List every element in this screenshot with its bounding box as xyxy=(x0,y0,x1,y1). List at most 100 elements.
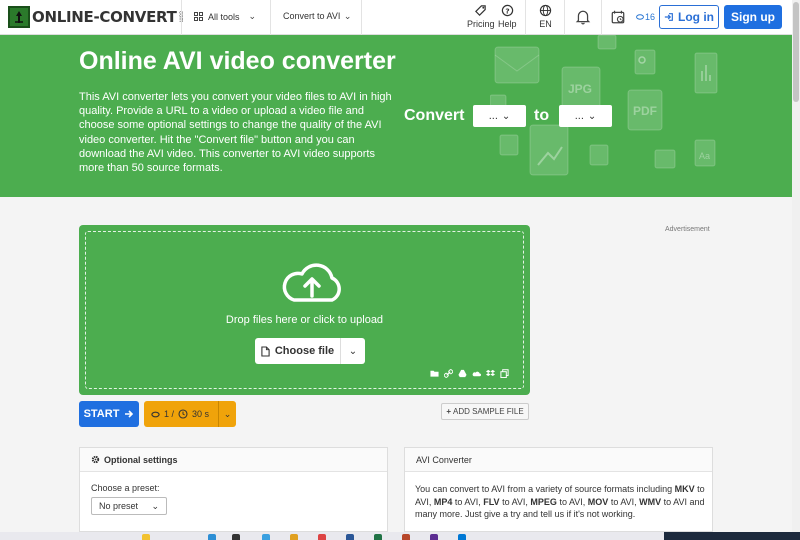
logo-mark-icon xyxy=(8,6,30,28)
desc-text: to AVI, xyxy=(556,496,588,507)
taskbar-app-icon[interactable] xyxy=(458,534,466,540)
start-button[interactable]: START xyxy=(79,401,139,427)
header-divider xyxy=(361,0,362,35)
hero-banner: JPG PDF Aa Online AVI video converter Th… xyxy=(0,35,792,197)
format-wmv: WMV xyxy=(639,496,662,507)
start-label: START xyxy=(83,408,120,420)
scrollbar-thumb[interactable] xyxy=(793,2,799,102)
cloud-upload-icon xyxy=(282,263,341,302)
deco-jpg-label: JPG xyxy=(568,82,592,96)
taskbar-app-icon[interactable] xyxy=(290,534,298,540)
preset-select[interactable]: No preset ⌄ xyxy=(91,497,167,515)
file-count-value: 1 / xyxy=(164,409,175,419)
hero-description: This AVI converter lets you convert your… xyxy=(79,91,392,175)
chevron-down-icon: ⌄ xyxy=(223,408,232,419)
help-link[interactable]: ? Help xyxy=(498,4,517,29)
dropbox-icon[interactable] xyxy=(486,365,495,377)
question-circle-icon: ? xyxy=(501,4,513,17)
header-divider xyxy=(601,0,602,35)
optional-settings-header[interactable]: Optional settings xyxy=(80,448,387,472)
time-limit-value: 30 s xyxy=(192,409,210,419)
coin-icon xyxy=(636,14,644,20)
taskbar-app-icon[interactable] xyxy=(262,534,270,540)
avi-converter-description: You can convert to AVI from a variety of… xyxy=(415,483,707,521)
add-sample-label: ADD SAMPLE FILE xyxy=(452,407,524,416)
format-mkv: MKV xyxy=(674,484,695,494)
add-sample-file-button[interactable]: + ADD SAMPLE FILE xyxy=(441,403,529,420)
gear-icon xyxy=(91,455,100,464)
login-button[interactable]: Log in xyxy=(659,5,719,29)
format-mov: MOV xyxy=(587,496,609,507)
advertisement-label: Advertisement xyxy=(665,226,710,233)
taskbar-app-icon[interactable] xyxy=(232,534,240,540)
google-drive-icon[interactable] xyxy=(458,365,467,378)
language-label: EN xyxy=(539,19,552,29)
globe-icon xyxy=(539,4,552,17)
desc-text: You can convert to AVI from a variety of… xyxy=(415,484,675,494)
chevron-down-icon: ⌄ xyxy=(348,345,358,357)
site-logo[interactable]: ONLINE-CONVERT com xyxy=(8,6,184,28)
choose-file-button[interactable]: Choose file ⌄ xyxy=(255,338,365,364)
source-format-select[interactable]: ... ⌄ xyxy=(473,105,526,127)
chevron-down-icon: ⌄ xyxy=(343,11,352,21)
taskbar-app-icon[interactable] xyxy=(318,534,326,540)
conversion-limit-dropdown[interactable]: ⌄ xyxy=(218,401,236,427)
target-format-value: ... xyxy=(574,110,584,122)
convert-from-label: Convert xyxy=(404,107,465,124)
header-divider xyxy=(564,0,565,35)
arrow-right-icon xyxy=(125,410,134,418)
header-divider xyxy=(181,0,182,35)
notifications-button[interactable] xyxy=(575,9,591,27)
credits-counter[interactable]: 16 xyxy=(636,12,655,22)
conversion-limit-button[interactable]: 1 / 30 s ⌄ xyxy=(144,401,236,427)
chevron-down-icon: ⌄ xyxy=(587,110,597,122)
choose-file-main[interactable]: Choose file xyxy=(255,338,341,364)
conversion-limit-info: 1 / 30 s xyxy=(144,409,218,419)
help-label: Help xyxy=(498,19,517,29)
signup-button[interactable]: Sign up xyxy=(724,5,782,29)
logo-text: ONLINE-CONVERT xyxy=(32,8,177,26)
signup-label: Sign up xyxy=(731,10,775,24)
svg-text:?: ? xyxy=(505,6,509,15)
taskbar-app-icon[interactable] xyxy=(346,534,354,540)
clock-history-icon xyxy=(611,10,625,24)
taskbar-app-icon[interactable] xyxy=(142,534,150,540)
login-label: Log in xyxy=(678,10,714,24)
choose-file-dropdown[interactable]: ⌄ xyxy=(341,346,365,357)
coin-icon xyxy=(151,411,160,417)
taskbar-app-icon[interactable] xyxy=(374,534,382,540)
convert-to-menu[interactable]: Convert to AVI ⌄ xyxy=(283,11,351,22)
file-icon xyxy=(261,345,270,357)
source-format-value: ... xyxy=(488,110,498,122)
language-selector[interactable]: EN xyxy=(539,4,552,29)
history-button[interactable] xyxy=(610,9,626,27)
taskbar-app-icon[interactable] xyxy=(208,534,216,540)
grid-icon xyxy=(194,12,203,21)
page-scrollbar[interactable] xyxy=(792,0,800,532)
optional-settings-panel: Optional settings Choose a preset: No pr… xyxy=(79,447,388,532)
plus-icon: + xyxy=(446,407,451,416)
tag-icon xyxy=(475,5,486,16)
convert-to-label: to xyxy=(534,107,550,124)
taskbar-app-icon[interactable] xyxy=(430,534,438,540)
taskbar-tray xyxy=(664,532,800,540)
chevron-down-icon: ⌄ xyxy=(248,11,257,21)
format-mp4: MP4 xyxy=(433,496,453,507)
login-arrow-icon xyxy=(664,13,673,21)
pricing-label: Pricing xyxy=(467,19,495,29)
bell-icon xyxy=(575,10,591,25)
copy-icon[interactable] xyxy=(500,365,509,379)
all-tools-menu[interactable]: All tools ⌄ xyxy=(194,11,256,22)
onedrive-icon[interactable] xyxy=(472,365,481,377)
target-format-select[interactable]: ... ⌄ xyxy=(559,105,612,127)
clock-icon xyxy=(178,409,188,419)
link-icon[interactable] xyxy=(443,365,454,378)
preset-label: Choose a preset: xyxy=(91,483,160,493)
pricing-link[interactable]: Pricing xyxy=(467,4,495,29)
format-mpeg: MPEG xyxy=(530,496,557,507)
convert-to-label: Convert to AVI xyxy=(283,11,341,21)
avi-converter-header: AVI Converter xyxy=(405,448,712,472)
upload-dropzone[interactable]: Drop files here or click to upload Choos… xyxy=(79,225,530,395)
folder-icon[interactable] xyxy=(430,365,439,377)
taskbar-app-icon[interactable] xyxy=(402,534,410,540)
